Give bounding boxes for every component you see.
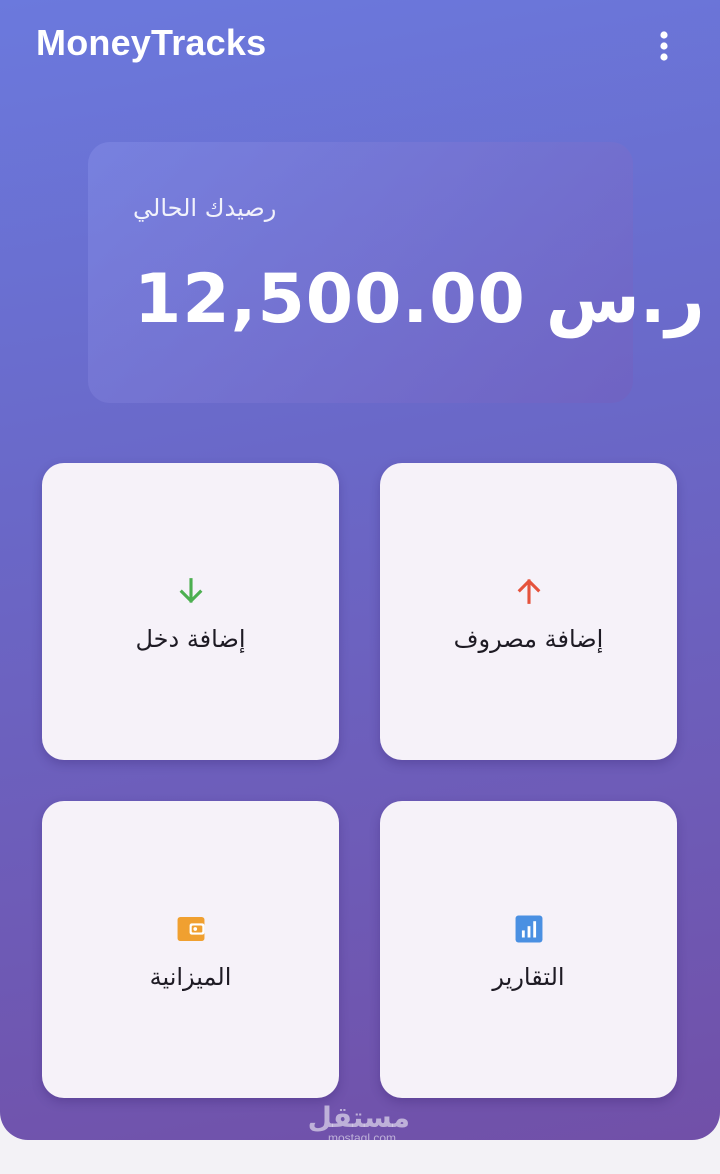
app-screen: MoneyTracks رصيدك الحالي 12,500.00 ر.س إ…: [0, 0, 720, 1140]
budget-button[interactable]: الميزانية: [42, 801, 339, 1098]
balance-value: 12,500.00: [134, 260, 526, 339]
budget-label: الميزانية: [149, 962, 232, 991]
balance-card: رصيدك الحالي 12,500.00 ر.س: [88, 142, 704, 403]
more-vert-icon: [660, 31, 668, 61]
arrow-up-icon: [509, 571, 549, 611]
balance-amount: 12,500.00 ر.س: [134, 260, 705, 339]
add-expense-button[interactable]: إضافة مصروف: [380, 463, 677, 760]
bar-chart-icon: [509, 909, 549, 949]
balance-label: رصيدك الحالي: [133, 194, 277, 222]
watermark-arabic: مستقل: [307, 1101, 410, 1134]
add-income-button[interactable]: إضافة دخل: [42, 463, 339, 760]
wallet-icon: [171, 909, 211, 949]
balance-currency: ر.س: [545, 260, 705, 339]
reports-label: التقارير: [492, 962, 565, 991]
overflow-menu-button[interactable]: [640, 24, 688, 68]
app-title: MoneyTracks: [36, 22, 267, 63]
arrow-down-icon: [171, 571, 211, 611]
add-income-label: إضافة دخل: [135, 624, 246, 653]
add-expense-label: إضافة مصروف: [453, 624, 604, 653]
watermark-logo: مستقل mostaql.com: [307, 1101, 410, 1141]
reports-button[interactable]: التقارير: [380, 801, 677, 1098]
watermark-latin: mostaql.com: [327, 1131, 397, 1140]
